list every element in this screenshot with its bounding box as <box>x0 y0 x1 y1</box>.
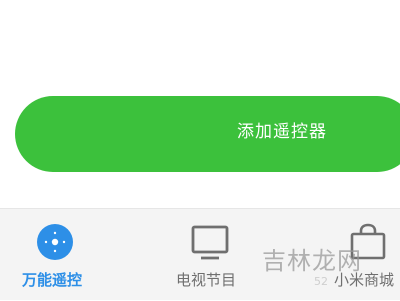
tab-tv-programs-label: 电视节目 <box>176 271 237 289</box>
tab-universal-remote-label: 万能遥控 <box>22 271 83 289</box>
tab-mi-store[interactable]: 小米商城 <box>320 209 400 301</box>
tab-mi-store-label: 小米商城 <box>334 271 395 289</box>
shopping-bag-icon <box>350 223 386 260</box>
app-screen: 添加遥控器 万能遥控 电视节目 小米商城 吉林龙网 52 <box>0 0 400 300</box>
tab-universal-remote[interactable]: 万能遥控 <box>0 209 110 301</box>
add-remote-label: 添加遥控器 <box>237 122 327 142</box>
tab-tv-programs[interactable]: 电视节目 <box>150 209 270 301</box>
remote-icon <box>37 224 73 260</box>
tv-icon <box>191 225 229 260</box>
add-remote-button[interactable]: 添加遥控器 <box>15 96 400 172</box>
bottom-tab-bar: 万能遥控 电视节目 小米商城 <box>0 208 400 300</box>
